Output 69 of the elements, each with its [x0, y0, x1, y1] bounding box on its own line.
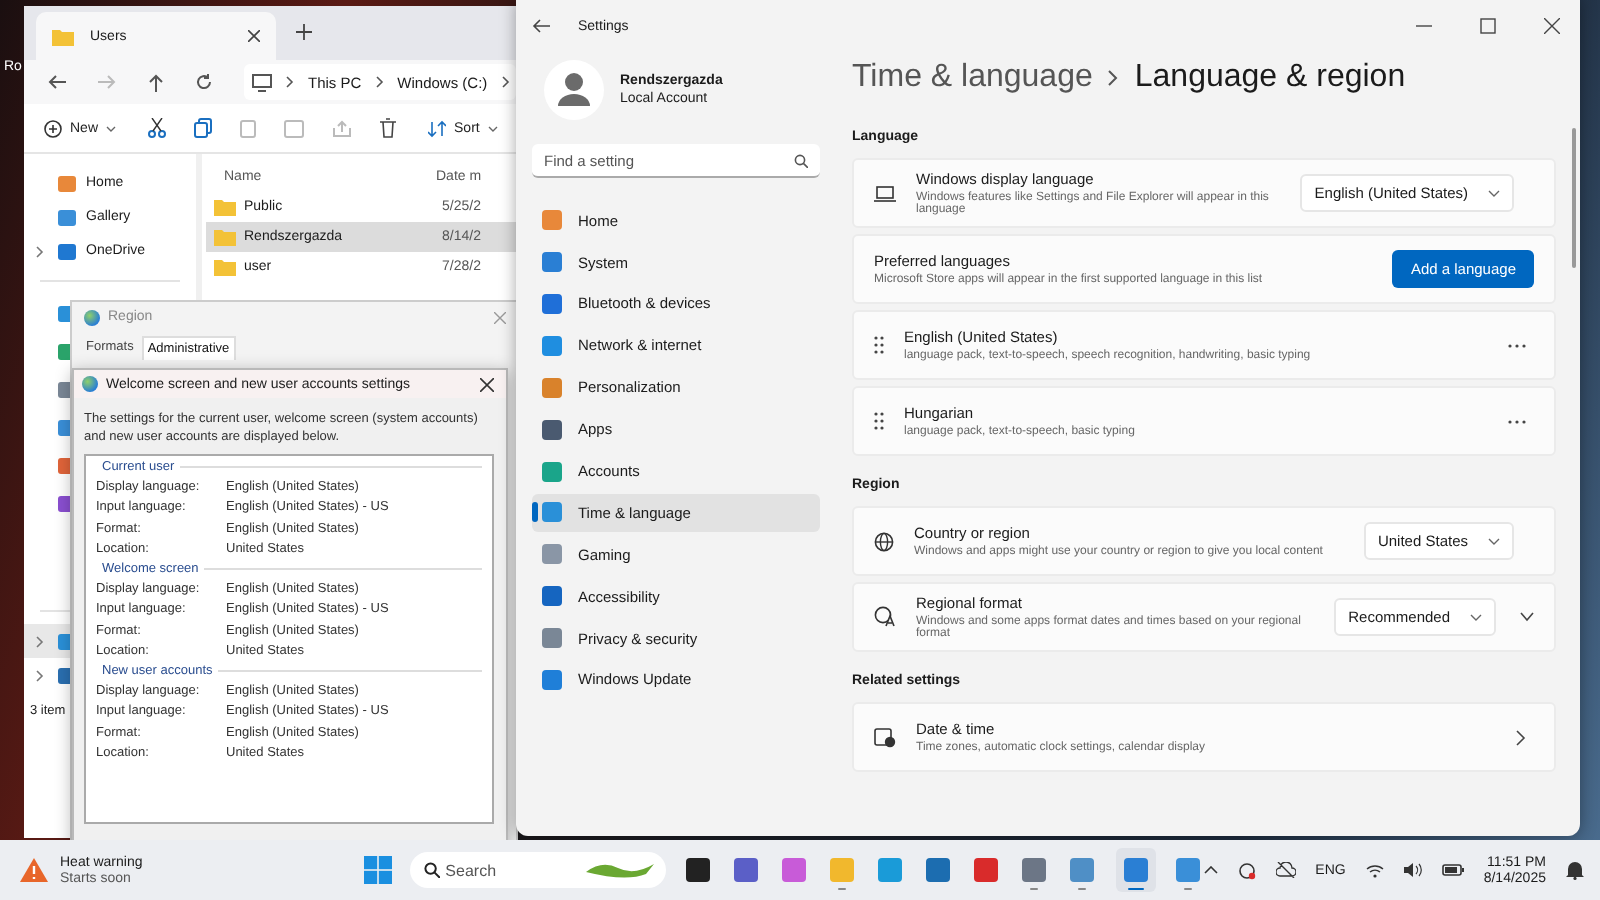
- delete-icon[interactable]: [380, 118, 397, 138]
- chevron-right-icon: [286, 76, 294, 88]
- taskbar-search-field[interactable]: Search: [409, 852, 666, 888]
- laptop-icon: [874, 185, 896, 201]
- chevron-right-icon: [501, 76, 510, 88]
- sort-icon: [428, 119, 447, 137]
- refresh-icon[interactable]: [196, 74, 212, 90]
- category-icon: [542, 461, 562, 482]
- page-title: Language & region: [1134, 60, 1406, 96]
- battery-icon[interactable]: [1441, 864, 1464, 876]
- notification-bell-icon[interactable]: [1566, 860, 1584, 880]
- globe-icon: [82, 376, 98, 392]
- category-icon: [542, 628, 562, 649]
- category-icon: [542, 335, 562, 356]
- cut-icon[interactable]: [148, 118, 167, 138]
- globe-icon: [874, 531, 894, 551]
- plus-circle-icon: [44, 119, 62, 137]
- folder-icon: [214, 198, 236, 216]
- search-highlight-drawing: [585, 860, 654, 880]
- close-icon[interactable]: [1544, 18, 1560, 34]
- search-icon: [423, 862, 440, 878]
- category-icon: [542, 377, 562, 398]
- chevron-up-icon[interactable]: [1203, 866, 1218, 874]
- warning-icon: [20, 858, 48, 882]
- expand-chevron-icon[interactable]: [1520, 612, 1534, 622]
- wifi-icon[interactable]: [1365, 863, 1384, 877]
- category-icon: [542, 252, 562, 273]
- back-arrow-icon[interactable]: [532, 18, 550, 34]
- chevron-right-icon: [1108, 70, 1119, 86]
- category-icon: [542, 293, 562, 314]
- cloud-off-icon[interactable]: [1275, 862, 1296, 878]
- chevron-right-icon[interactable]: [1516, 729, 1526, 745]
- expand-caret-icon[interactable]: [36, 245, 44, 257]
- up-arrow-icon[interactable]: [148, 73, 164, 91]
- breadcrumb-parent[interactable]: Time & language: [852, 60, 1093, 96]
- expand-caret-icon[interactable]: [36, 635, 44, 647]
- drag-handle-icon[interactable]: [874, 336, 884, 354]
- speaker-icon[interactable]: [1403, 862, 1422, 878]
- calendar-clock-icon: [874, 727, 896, 747]
- search-icon: [794, 154, 808, 168]
- maximize-icon[interactable]: [1480, 18, 1496, 34]
- category-icon: [542, 669, 562, 690]
- caret-icon: [106, 125, 117, 131]
- folder-icon: [214, 228, 236, 246]
- new-tab-icon[interactable]: [296, 24, 312, 40]
- close-icon[interactable]: [480, 377, 494, 391]
- category-icon: [542, 586, 562, 607]
- caret-icon: [1470, 613, 1482, 621]
- caret-icon: [1488, 189, 1500, 197]
- user-avatar-icon: [544, 60, 604, 120]
- folder-icon: [214, 258, 236, 276]
- expand-caret-icon[interactable]: [36, 669, 44, 681]
- caret-icon: [1488, 537, 1500, 545]
- category-icon: [542, 210, 562, 231]
- category-icon: [542, 544, 562, 565]
- language-format-icon: [874, 606, 896, 628]
- close-icon[interactable]: [248, 30, 260, 42]
- folder-icon: [52, 27, 74, 45]
- back-arrow-icon[interactable]: [48, 74, 66, 90]
- category-icon: [542, 419, 562, 440]
- drag-handle-icon[interactable]: [874, 412, 884, 430]
- globe-icon: [84, 309, 100, 325]
- copy-icon[interactable]: [194, 118, 213, 138]
- chevron-right-icon: [375, 76, 384, 88]
- caret-icon: [487, 125, 498, 131]
- start-icon[interactable]: [363, 856, 392, 884]
- monitor-icon: [252, 73, 272, 91]
- category-icon: [542, 502, 562, 523]
- sync-icon[interactable]: [1237, 861, 1256, 879]
